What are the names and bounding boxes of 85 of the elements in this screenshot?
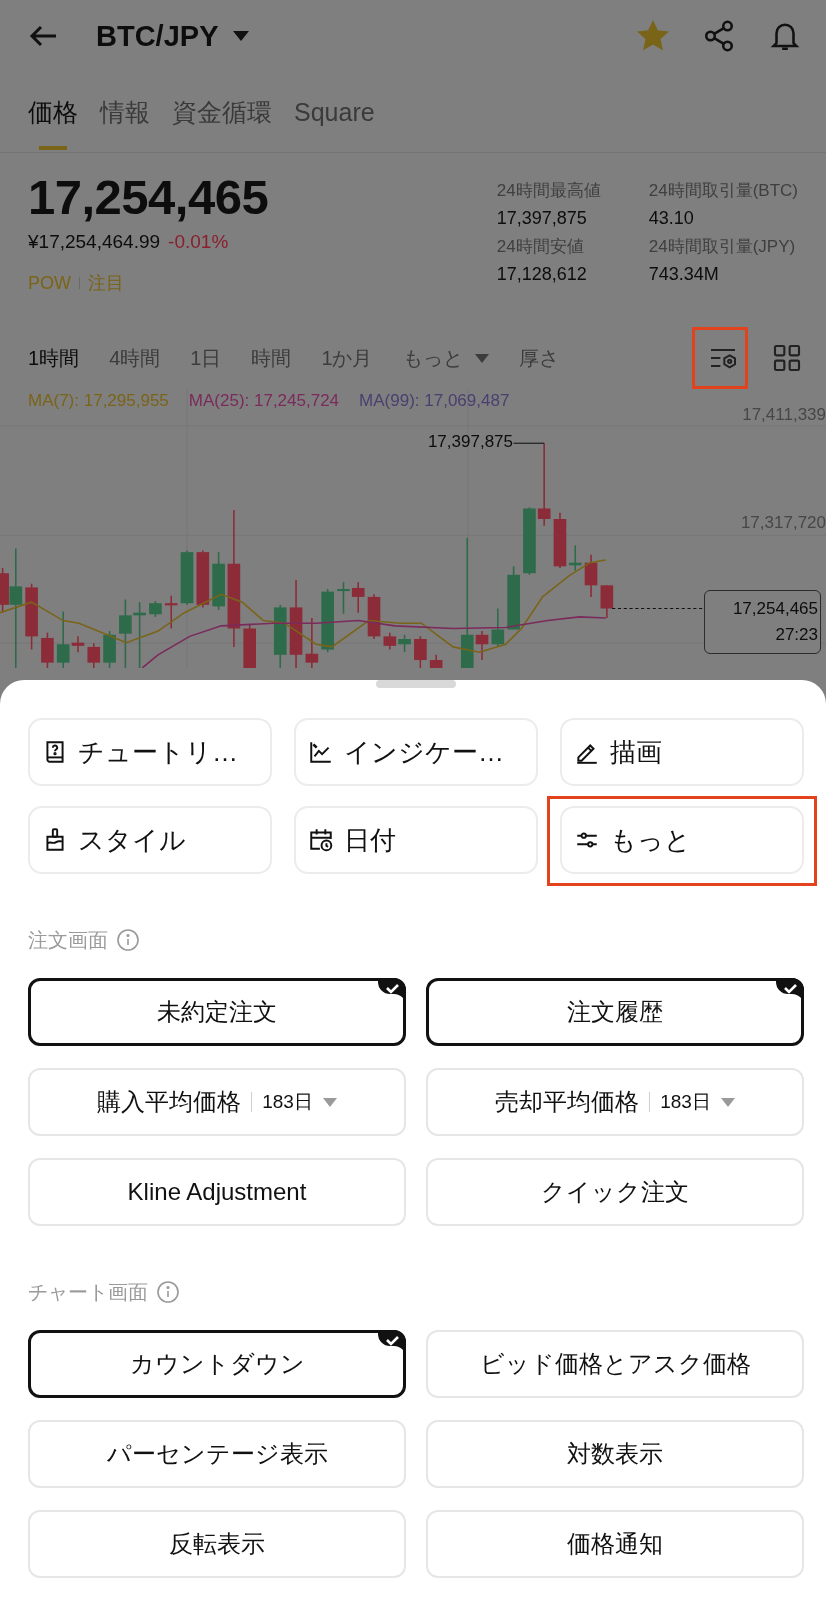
moving-average-label: MA(7): 17,295,955 bbox=[28, 391, 169, 411]
candlestick bbox=[180, 549, 194, 606]
candlestick bbox=[523, 506, 536, 576]
candlestick bbox=[584, 554, 598, 598]
candlestick bbox=[119, 598, 132, 668]
candlestick bbox=[103, 630, 116, 668]
candlestick bbox=[367, 593, 381, 640]
last-price-value: 17,254,465 bbox=[732, 598, 818, 620]
stat-label: 24時間取引量(BTC) bbox=[648, 180, 798, 202]
section-title: 注文画面 bbox=[28, 927, 108, 953]
caret-icon bbox=[232, 30, 251, 42]
stat-label: 24時間安値 bbox=[496, 236, 585, 258]
option-toggle[interactable]: 購入平均価格 183日 bbox=[28, 1068, 406, 1136]
option-label: 売却平均価格 bbox=[495, 1087, 640, 1117]
candlestick bbox=[196, 549, 210, 609]
share-icon[interactable] bbox=[702, 19, 736, 53]
stat-value: 17,128,612 bbox=[496, 264, 588, 285]
option-toggle[interactable]: 注文履歴 bbox=[426, 978, 804, 1046]
tool-button[interactable]: インジケー… bbox=[294, 718, 538, 786]
price-change: -0.01% bbox=[168, 231, 229, 253]
tool-button[interactable]: チュートリ… bbox=[28, 718, 272, 786]
period-selector[interactable]: 183日 bbox=[660, 1089, 711, 1115]
moving-average-label: MA(25): 17,245,724 bbox=[188, 391, 340, 411]
candlestick bbox=[305, 617, 319, 668]
caret-icon[interactable] bbox=[322, 1097, 337, 1107]
candlestick bbox=[87, 642, 101, 668]
candlestick bbox=[491, 607, 505, 648]
candlestick bbox=[133, 601, 146, 668]
candlestick bbox=[321, 588, 334, 653]
candlestick bbox=[383, 631, 397, 651]
tab[interactable]: 価格 bbox=[28, 72, 78, 152]
stat-value: 17,397,875 bbox=[496, 208, 588, 229]
last-price: 17,254,465 bbox=[28, 169, 269, 226]
tool-button[interactable]: 日付 bbox=[294, 806, 538, 874]
high-marker-label: 17,397,875 bbox=[427, 432, 513, 452]
candlestick bbox=[414, 635, 427, 668]
stat-value: 743.34M bbox=[648, 264, 720, 285]
section-title: チャート画面 bbox=[28, 1279, 148, 1305]
candlestick bbox=[600, 584, 614, 619]
period-selector[interactable]: 183日 bbox=[262, 1089, 313, 1115]
option-toggle[interactable]: パーセンテージ表示 bbox=[28, 1420, 406, 1488]
caret-icon bbox=[474, 353, 489, 363]
candlestick bbox=[273, 604, 287, 668]
candlestick bbox=[351, 581, 365, 614]
stat-label: 24時間取引量(JPY) bbox=[648, 236, 797, 258]
option-toggle[interactable]: 対数表示 bbox=[426, 1420, 804, 1488]
candlestick bbox=[429, 654, 443, 668]
countdown-timer: 27:23 bbox=[775, 624, 818, 646]
candlestick bbox=[337, 581, 350, 615]
candlestick bbox=[164, 595, 178, 630]
leader-line bbox=[513, 442, 545, 444]
candlestick bbox=[212, 551, 225, 611]
stat-value: 43.10 bbox=[648, 208, 695, 229]
moving-average-label: MA(99): 17,069,487 bbox=[359, 391, 510, 411]
candlestick bbox=[149, 600, 162, 618]
tool-button[interactable]: もっと bbox=[560, 806, 804, 874]
candlestick bbox=[243, 623, 256, 668]
option-label: 購入平均価格 bbox=[97, 1087, 242, 1117]
candlestick bbox=[507, 565, 520, 630]
option-toggle[interactable]: カウントダウン bbox=[28, 1330, 406, 1398]
line-chart-icon bbox=[308, 739, 334, 765]
stat-label: 24時間最高値 bbox=[496, 180, 602, 202]
pair-selector[interactable]: BTC/JPY bbox=[96, 19, 251, 53]
candlestick bbox=[398, 634, 411, 653]
option-toggle[interactable]: クイック注文 bbox=[426, 1158, 804, 1226]
tool-button[interactable]: スタイル bbox=[28, 806, 272, 874]
candlestick bbox=[25, 582, 38, 651]
candlestick bbox=[41, 631, 54, 668]
option-toggle[interactable]: 未約定注文 bbox=[28, 978, 406, 1046]
drag-handle[interactable] bbox=[376, 680, 456, 688]
info-icon[interactable] bbox=[116, 928, 140, 952]
caret-icon[interactable] bbox=[720, 1097, 735, 1107]
option-toggle[interactable]: ビッド価格とアスク価格 bbox=[426, 1330, 804, 1398]
axis-label: 17,411,339 bbox=[742, 405, 826, 425]
option-toggle[interactable]: 売却平均価格 183日 bbox=[426, 1068, 804, 1136]
interval-tab[interactable]: 1時間 bbox=[28, 344, 80, 372]
calendar-clock-icon bbox=[308, 827, 334, 853]
tool-button[interactable]: 描画 bbox=[560, 718, 804, 786]
option-toggle[interactable]: 価格通知 bbox=[426, 1510, 804, 1578]
info-icon[interactable] bbox=[156, 1280, 180, 1304]
option-toggle[interactable]: 反転表示 bbox=[28, 1510, 406, 1578]
star-icon[interactable] bbox=[636, 19, 670, 53]
fiat-price: ¥17,254,464.99 bbox=[28, 231, 161, 253]
axis-label: 17,317,720 bbox=[740, 513, 826, 533]
option-toggle[interactable]: Kline Adjustment bbox=[28, 1158, 406, 1226]
